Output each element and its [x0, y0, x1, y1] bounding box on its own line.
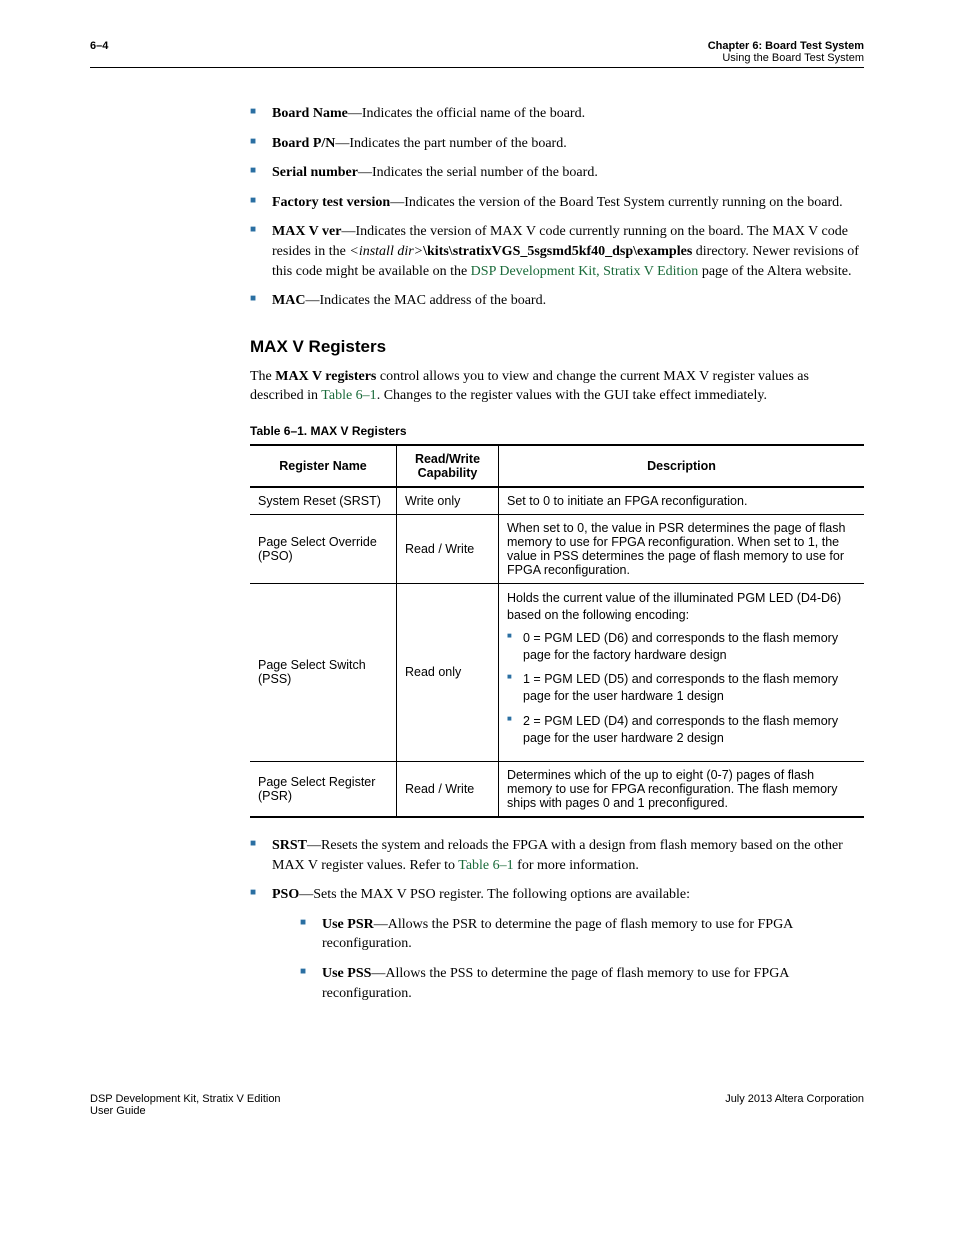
cell-desc: When set to 0, the value in PSR determin…: [499, 514, 865, 583]
table-header: Register Name: [250, 445, 397, 487]
cell-name: Page Select Override (PSO): [250, 514, 397, 583]
table-row: Page Select Switch (PSS) Read only Holds…: [250, 583, 864, 761]
cell-rw: Read / Write: [397, 761, 499, 817]
cell-name: System Reset (SRST): [250, 487, 397, 515]
list-item: Use PSS—Allows the PSS to determine the …: [300, 964, 864, 1003]
cell-desc: Determines which of the up to eight (0-7…: [499, 761, 865, 817]
table-row: Page Select Override (PSO) Read / Write …: [250, 514, 864, 583]
section-heading: MAX V Registers: [250, 337, 864, 357]
page-content: Board Name—Indicates the official name o…: [250, 104, 864, 1003]
list-item: Factory test version—Indicates the versi…: [250, 193, 864, 213]
list-item: PSO—Sets the MAX V PSO register. The fol…: [250, 885, 864, 1003]
bottom-bullet-list: SRST—Resets the system and reloads the F…: [250, 836, 864, 1003]
list-item: Board Name—Indicates the official name o…: [250, 104, 864, 124]
cell-rw: Read only: [397, 583, 499, 761]
cell-name: Page Select Switch (PSS): [250, 583, 397, 761]
table-caption: Table 6–1. MAX V Registers: [250, 424, 864, 438]
footer-left: DSP Development Kit, Stratix V Edition U…: [90, 1093, 281, 1117]
table-header: Read/Write Capability: [397, 445, 499, 487]
list-item: 0 = PGM LED (D6) and corresponds to the …: [507, 630, 856, 664]
registers-table: Register Name Read/Write Capability Desc…: [250, 444, 864, 818]
page-footer: DSP Development Kit, Stratix V Edition U…: [90, 1093, 864, 1117]
list-item: SRST—Resets the system and reloads the F…: [250, 836, 864, 875]
cell-desc: Holds the current value of the illuminat…: [499, 583, 865, 761]
pso-sublist: Use PSR—Allows the PSR to determine the …: [300, 915, 864, 1003]
list-item: 2 = PGM LED (D4) and corresponds to the …: [507, 713, 856, 747]
list-item: MAC—Indicates the MAC address of the boa…: [250, 291, 864, 311]
cell-desc: Set to 0 to initiate an FPGA reconfigura…: [499, 487, 865, 515]
list-item: Use PSR—Allows the PSR to determine the …: [300, 915, 864, 954]
table-header-row: Register Name Read/Write Capability Desc…: [250, 445, 864, 487]
page-number: 6–4: [90, 40, 108, 52]
cell-rw: Read / Write: [397, 514, 499, 583]
footer-right: July 2013 Altera Corporation: [725, 1093, 864, 1117]
chapter-title: Chapter 6: Board Test System: [708, 40, 864, 52]
top-bullet-list: Board Name—Indicates the official name o…: [250, 104, 864, 311]
table-ref-link[interactable]: Table 6–1: [458, 858, 513, 873]
page-header: 6–4 Chapter 6: Board Test System Using t…: [90, 40, 864, 68]
list-item: MAX V ver—Indicates the version of MAX V…: [250, 222, 864, 281]
table-header: Description: [499, 445, 865, 487]
table-row: Page Select Register (PSR) Read / Write …: [250, 761, 864, 817]
cell-name: Page Select Register (PSR): [250, 761, 397, 817]
table-ref-link[interactable]: Table 6–1: [321, 388, 376, 403]
header-right: Chapter 6: Board Test System Using the B…: [708, 40, 864, 64]
intro-paragraph: The MAX V registers control allows you t…: [250, 367, 864, 406]
list-item: Serial number—Indicates the serial numbe…: [250, 163, 864, 183]
cell-rw: Write only: [397, 487, 499, 515]
dsp-kit-link[interactable]: DSP Development Kit, Stratix V Edition: [471, 264, 699, 279]
section-title: Using the Board Test System: [708, 52, 864, 64]
list-item: Board P/N—Indicates the part number of t…: [250, 134, 864, 154]
list-item: 1 = PGM LED (D5) and corresponds to the …: [507, 671, 856, 705]
desc-sublist: 0 = PGM LED (D6) and corresponds to the …: [507, 630, 856, 747]
table-row: System Reset (SRST) Write only Set to 0 …: [250, 487, 864, 515]
